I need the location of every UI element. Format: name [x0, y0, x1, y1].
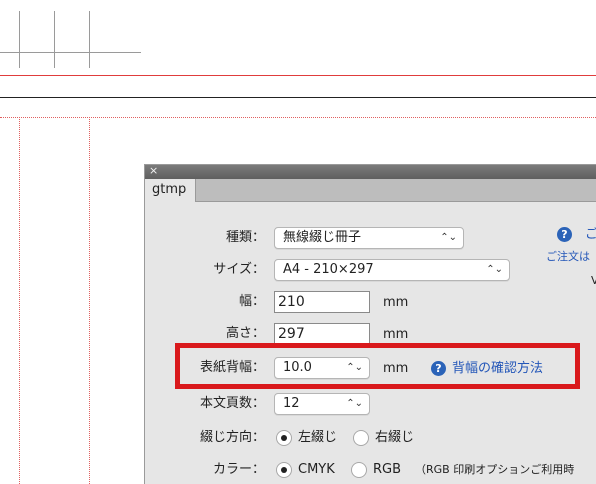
gtmp-panel: × gtmp 種類： 無線綴じ冊子 ⌃⌄ サイズ： A4 - 210×297 ⌃… — [144, 164, 596, 484]
tab-gtmp[interactable]: gtmp — [145, 179, 196, 202]
color-rgb-radio[interactable] — [351, 462, 367, 478]
binding-right-label[interactable]: 右綴じ — [375, 427, 414, 449]
binding-label: 綴じ方向： — [199, 430, 265, 445]
kind-value: 無線綴じ冊子 — [283, 230, 362, 245]
side-extra-text: V — [591, 274, 596, 287]
spine-highlight-box — [175, 343, 580, 389]
updown-chevron-icon: ⌃⌄ — [486, 264, 503, 275]
margin-guide — [19, 117, 20, 484]
side-help-link[interactable]: ご — [585, 224, 596, 246]
rgb-note: （RGB 印刷オプションご利用時 — [415, 463, 575, 476]
size-value: A4 - 210×297 — [283, 262, 374, 277]
kind-select[interactable]: 無線綴じ冊子 ⌃⌄ — [274, 227, 464, 249]
width-field[interactable]: 210 — [274, 291, 370, 313]
size-label: サイズ： — [213, 262, 265, 277]
page-edge-line — [0, 97, 596, 98]
updown-chevron-icon[interactable]: ⌃⌄ — [346, 394, 363, 414]
size-select[interactable]: A4 - 210×297 ⌃⌄ — [274, 259, 510, 281]
color-cmyk-label[interactable]: CMYK — [298, 459, 335, 481]
width-label: 幅： — [238, 294, 265, 309]
body-pages-label: 本文頁数： — [199, 396, 265, 411]
color-rgb-label[interactable]: RGB — [373, 459, 401, 481]
panel-tabbar: gtmp — [145, 179, 596, 202]
close-icon[interactable]: × — [149, 164, 158, 178]
guide-line — [0, 52, 141, 53]
height-field[interactable]: 297 — [274, 323, 370, 345]
updown-chevron-icon: ⌃⌄ — [440, 232, 457, 243]
question-circle-icon[interactable]: ? — [557, 227, 572, 242]
height-label: 高さ： — [225, 326, 265, 341]
kind-label: 種類： — [225, 230, 265, 245]
guide-line — [19, 11, 20, 68]
order-text: ご注文は — [546, 250, 590, 263]
guide-line — [54, 11, 55, 68]
margin-guide — [89, 117, 90, 484]
binding-left-label[interactable]: 左綴じ — [298, 427, 337, 449]
body-pages-stepper[interactable]: 12 ⌃⌄ — [274, 393, 370, 415]
guide-line — [89, 11, 90, 68]
color-cmyk-radio[interactable] — [276, 462, 292, 478]
panel-titlebar[interactable]: × — [145, 164, 596, 179]
body-pages-value: 12 — [283, 396, 300, 411]
binding-right-radio[interactable] — [353, 430, 369, 446]
width-unit: mm — [383, 295, 409, 310]
bleed-line — [0, 75, 596, 76]
binding-left-radio[interactable] — [276, 430, 292, 446]
color-label: カラー： — [212, 462, 265, 477]
